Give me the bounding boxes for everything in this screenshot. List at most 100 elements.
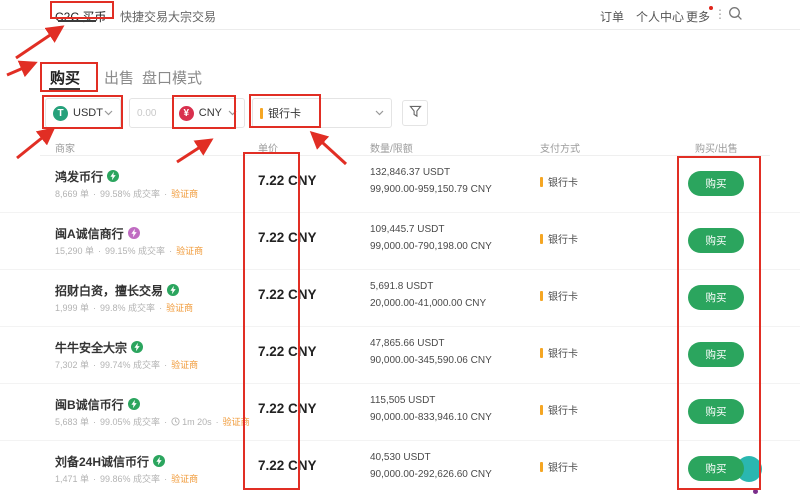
verified-merchant-tag[interactable]: 验证商	[171, 474, 198, 484]
available-amount: 40,530 USDT	[370, 452, 431, 463]
payment-method-select[interactable]: 银行卡	[252, 98, 392, 128]
nav-more-link[interactable]: 更多	[686, 8, 710, 25]
nav-profile-link[interactable]: 个人中心	[636, 8, 684, 25]
avg-release-time: 1m 20s	[182, 417, 212, 427]
payment-method: 银行卡	[540, 231, 578, 246]
verified-merchant-tag[interactable]: 验证商	[166, 303, 193, 313]
unit-price: 7.22 CNY	[258, 458, 317, 473]
top-nav: C2C 买币 快捷交易 大宗交易 订单 个人中心 更多 ⋮	[0, 0, 800, 30]
tab-sell[interactable]: 出售	[104, 67, 134, 88]
unit-price: 7.22 CNY	[258, 287, 317, 302]
search-icon[interactable]	[728, 6, 743, 26]
c2c-trading-page: C2C 买币 快捷交易 大宗交易 订单 个人中心 更多 ⋮ 购买 出售 盘口模式…	[0, 0, 800, 496]
completion-rate: 99.05% 成交率	[100, 417, 160, 427]
order-limit: 90,000.00-833,946.10 CNY	[370, 412, 492, 423]
col-header-payment: 支付方式	[540, 140, 580, 155]
buy-button[interactable]: 购买	[688, 285, 744, 310]
coin-select[interactable]: T USDT	[45, 98, 121, 128]
bank-card-icon	[260, 108, 263, 119]
verified-badge-icon	[128, 398, 140, 410]
table-row: 招财白资，擅长交易 1,999 单·99.8% 成交率··验证商 7.22 CN…	[0, 270, 800, 327]
completion-rate: 99.15% 成交率	[105, 246, 165, 256]
table-row: 牛牛安全大宗 7,302 单·99.74% 成交率··验证商 7.22 CNY …	[0, 327, 800, 384]
nav-item-c2c-buy[interactable]: C2C 买币	[55, 8, 106, 25]
merchant-stats: 1,471 单·99.86% 成交率··验证商	[55, 472, 198, 485]
filter-button[interactable]	[402, 100, 428, 126]
merchant-name[interactable]: 牛牛安全大宗	[55, 339, 143, 356]
annotation-arrow-c2c	[16, 27, 62, 58]
clock-icon	[171, 417, 180, 426]
available-amount: 115,505 USDT	[370, 395, 435, 406]
table-row: 刘备24H诚信币行 1,471 单·99.86% 成交率··验证商 7.22 C…	[0, 441, 800, 496]
order-count: 5,683 单	[55, 417, 89, 427]
verified-merchant-tag[interactable]: 验证商	[171, 360, 198, 370]
verified-merchant-tag[interactable]: 验证商	[223, 417, 250, 427]
coin-select-value: USDT	[73, 107, 103, 119]
buy-button[interactable]: 购买	[688, 399, 744, 424]
available-amount: 5,691.8 USDT	[370, 281, 433, 292]
verified-badge-icon	[107, 170, 119, 182]
payment-method: 银行卡	[540, 459, 578, 474]
buy-button[interactable]: 购买	[688, 456, 744, 481]
completion-rate: 99.8% 成交率	[100, 303, 155, 313]
nav-orders-link[interactable]: 订单	[600, 8, 624, 25]
merchant-name[interactable]: 闽A诚信商行	[55, 225, 140, 242]
col-header-buy-sell: 购买/出售	[695, 140, 738, 155]
bank-card-icon	[540, 462, 543, 472]
payment-method: 银行卡	[540, 288, 578, 303]
fiat-select-value[interactable]: CNY	[199, 107, 222, 119]
unit-price: 7.22 CNY	[258, 230, 317, 245]
bank-card-icon	[540, 177, 543, 187]
col-header-price: 单价	[258, 140, 278, 155]
verified-badge-icon	[128, 227, 140, 239]
completion-rate: 99.74% 成交率	[100, 360, 160, 370]
verified-badge-icon	[131, 341, 143, 353]
available-amount: 132,846.37 USDT	[370, 167, 450, 178]
more-vertical-icon[interactable]: ⋮	[714, 7, 726, 21]
order-limit: 90,000.00-292,626.60 CNY	[370, 469, 492, 480]
bank-card-icon	[540, 234, 543, 244]
tab-active-underline	[49, 88, 80, 91]
chevron-down-icon	[104, 107, 113, 119]
merchant-stats: 1,999 单·99.8% 成交率··验证商	[55, 301, 193, 314]
order-count: 1,471 单	[55, 474, 89, 484]
cny-coin-icon: ¥	[179, 106, 194, 121]
payment-method: 银行卡	[540, 402, 578, 417]
buy-button[interactable]: 购买	[688, 171, 744, 196]
merchant-stats: 5,683 单·99.05% 成交率·1m 20s·验证商	[55, 415, 250, 428]
bank-card-icon	[540, 405, 543, 415]
chevron-down-icon	[375, 107, 384, 119]
buy-button[interactable]: 购买	[688, 228, 744, 253]
merchant-name[interactable]: 鸿发币行	[55, 168, 119, 185]
merchant-name[interactable]: 闽B诚信币行	[55, 396, 140, 413]
order-count: 1,999 单	[55, 303, 89, 313]
chevron-down-icon[interactable]	[228, 107, 237, 119]
buy-button[interactable]: 购买	[688, 342, 744, 367]
verified-merchant-tag[interactable]: 验证商	[171, 189, 198, 199]
amount-input[interactable]	[137, 108, 175, 119]
unit-price: 7.22 CNY	[258, 344, 317, 359]
table-row: 鸿发币行 8,669 单·99.58% 成交率··验证商 7.22 CNY 13…	[0, 156, 800, 213]
decorative-dot	[753, 489, 758, 494]
payment-method: 银行卡	[540, 174, 578, 189]
unit-price: 7.22 CNY	[258, 173, 317, 188]
offer-list: 鸿发币行 8,669 单·99.58% 成交率··验证商 7.22 CNY 13…	[0, 156, 800, 496]
notification-dot	[709, 6, 713, 10]
tab-buy[interactable]: 购买	[50, 67, 80, 88]
nav-item-quick-trade[interactable]: 快捷交易	[120, 8, 168, 25]
order-limit: 99,900.00-959,150.79 CNY	[370, 184, 492, 195]
order-limit: 99,000.00-790,198.00 CNY	[370, 241, 492, 252]
verified-merchant-tag[interactable]: 验证商	[176, 246, 203, 256]
completion-rate: 99.86% 成交率	[100, 474, 160, 484]
funnel-icon	[409, 105, 422, 121]
merchant-name[interactable]: 招财白资，擅长交易	[55, 282, 179, 299]
merchant-stats: 7,302 单·99.74% 成交率··验证商	[55, 358, 198, 371]
available-amount: 109,445.7 USDT	[370, 224, 445, 235]
nav-item-block-trade[interactable]: 大宗交易	[168, 8, 216, 25]
merchant-name[interactable]: 刘备24H诚信币行	[55, 453, 165, 470]
merchant-stats: 8,669 单·99.58% 成交率··验证商	[55, 187, 198, 200]
verified-badge-icon	[153, 455, 165, 467]
amount-filter-group: ¥ CNY	[129, 98, 245, 128]
table-row: 闽A诚信商行 15,290 单·99.15% 成交率··验证商 7.22 CNY…	[0, 213, 800, 270]
tab-orderbook-mode[interactable]: 盘口模式	[142, 67, 202, 88]
